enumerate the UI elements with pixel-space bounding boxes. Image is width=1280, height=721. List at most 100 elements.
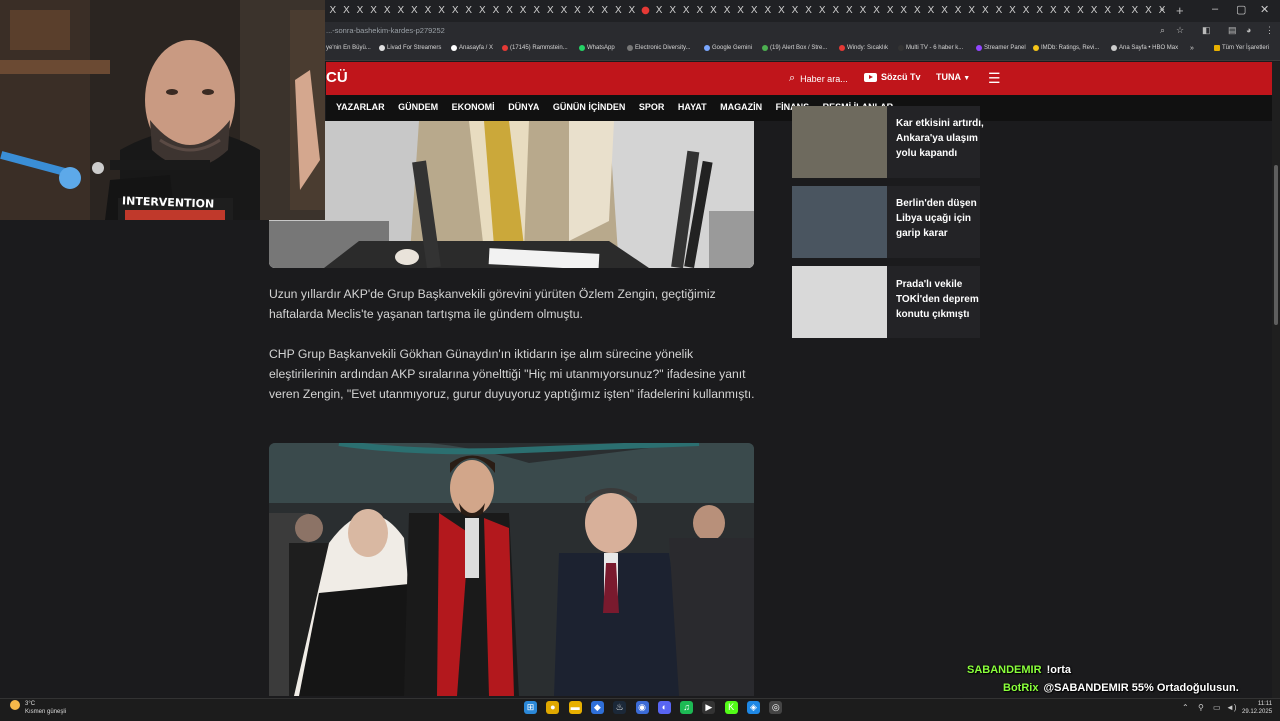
bookmark-item[interactable]: WhatsApp <box>579 45 615 51</box>
tab-close-icon[interactable]: X <box>979 4 993 18</box>
bookmark-item[interactable]: Windy: Sıcaklık <box>839 45 888 51</box>
sozcu-tv-link[interactable]: Sözcü Tv <box>864 72 921 82</box>
obs-icon[interactable]: ◎ <box>769 701 783 714</box>
tab-close-icon[interactable]: X <box>1006 4 1020 18</box>
tab-search-icon[interactable]: ⌄ <box>1158 3 1166 14</box>
tab-close-icon[interactable]: X <box>353 4 367 18</box>
volume-icon[interactable]: ◄) <box>1226 703 1237 712</box>
bookmark-item[interactable]: Electronic Diversity... <box>627 45 691 51</box>
windows-icon[interactable]: ⊞ <box>524 701 537 714</box>
tab-close-icon[interactable]: X <box>503 4 517 18</box>
tab-close-icon[interactable]: X <box>734 4 748 18</box>
site-logo[interactable]: CÜ <box>326 69 348 86</box>
discord-icon[interactable]: ◐ <box>657 701 671 714</box>
tab-close-icon[interactable]: X <box>747 4 761 18</box>
bookmark-item[interactable]: (19) Alert Box / Stre... <box>762 45 827 51</box>
tab-close-icon[interactable]: X <box>883 4 897 18</box>
nav-item[interactable]: HAYAT <box>678 102 707 112</box>
bookmark-item[interactable]: Multi TV - 6 haber k... <box>898 45 963 51</box>
tab-close-icon[interactable]: X <box>843 4 857 18</box>
chrome-icon[interactable]: ● <box>546 701 560 714</box>
tab-close-icon[interactable]: X <box>707 4 721 18</box>
tab-close-icon[interactable]: X <box>652 4 666 18</box>
kick-icon[interactable]: K <box>724 701 738 714</box>
tab-close-icon[interactable]: X <box>679 4 693 18</box>
zoom-icon[interactable]: ⌕ <box>1160 25 1165 36</box>
tab-close-icon[interactable]: X <box>775 4 789 18</box>
tab-close-icon[interactable]: X <box>1142 4 1156 18</box>
tab-close-icon[interactable]: X <box>720 4 734 18</box>
tab-close-icon[interactable]: X <box>856 4 870 18</box>
folder-icon[interactable]: ▬ <box>568 701 582 714</box>
tab-close-icon[interactable]: X <box>911 4 925 18</box>
tab-close-icon[interactable]: X <box>1087 4 1101 18</box>
tab-close-icon[interactable]: X <box>965 4 979 18</box>
tab-close-icon[interactable]: X <box>1128 4 1142 18</box>
spotify-icon[interactable]: ♫ <box>680 701 694 714</box>
tab-close-icon[interactable]: X <box>1060 4 1074 18</box>
tab-close-icon[interactable]: X <box>1114 4 1128 18</box>
tab-close-icon[interactable]: X <box>666 4 680 18</box>
tab-close-icon[interactable]: X <box>530 4 544 18</box>
tab-close-icon[interactable]: X <box>476 4 490 18</box>
minimize-icon[interactable]: – <box>1212 3 1218 15</box>
tab-close-icon[interactable]: X <box>897 4 911 18</box>
tab-close-icon[interactable]: X <box>924 4 938 18</box>
nav-item[interactable]: YAZARLAR <box>336 102 385 112</box>
tab-close-icon[interactable]: X <box>1074 4 1088 18</box>
tab-close-icon[interactable]: X <box>326 4 340 18</box>
tab-close-icon[interactable]: X <box>992 4 1006 18</box>
media-icon[interactable]: ▶ <box>702 701 716 714</box>
url-field[interactable]: ...-sonra-bashekim-kardes-p279252 <box>326 26 445 35</box>
clock[interactable]: 11:11 29.12.2025 <box>1242 700 1272 716</box>
tab-close-icon[interactable]: X <box>761 4 775 18</box>
tab-close-icon[interactable]: X <box>829 4 843 18</box>
extensions-icon[interactable]: ◧ <box>1202 25 1211 36</box>
bookmark-star-icon[interactable]: ☆ <box>1176 25 1184 36</box>
tab-close-icon[interactable]: X <box>489 4 503 18</box>
bookmark-item[interactable]: IMDb: Ratings, Revi... <box>1033 45 1099 51</box>
tab-close-icon[interactable]: X <box>625 4 639 18</box>
app2-icon[interactable]: ◈ <box>747 701 760 714</box>
new-tab-icon[interactable]: + <box>1176 3 1184 18</box>
network-icon[interactable]: ▭ <box>1213 703 1221 712</box>
bookmark-item[interactable]: Google Gemini <box>704 45 752 51</box>
tab-close-icon[interactable]: X <box>788 4 802 18</box>
app-icon[interactable]: ◆ <box>590 701 604 714</box>
tab-close-icon[interactable]: X <box>1019 4 1033 18</box>
tab-close-icon[interactable]: X <box>380 4 394 18</box>
tab-close-icon[interactable]: X <box>367 4 381 18</box>
nav-item[interactable]: DÜNYA <box>508 102 539 112</box>
bookmark-item[interactable]: (17145) Rammstein... <box>502 45 568 51</box>
tab-close-icon[interactable]: X <box>1046 4 1060 18</box>
tab-close-icon[interactable]: X <box>693 4 707 18</box>
bookmark-item[interactable]: ye'nin En Büyü... <box>318 45 371 51</box>
bookmark-item[interactable]: Streamer Panel <box>976 45 1026 51</box>
tab-close-icon[interactable]: X <box>611 4 625 18</box>
browser-menu-icon[interactable]: ⋮ <box>1265 25 1274 36</box>
maximize-icon[interactable]: ▢ <box>1236 3 1246 16</box>
tab-close-icon[interactable]: X <box>557 4 571 18</box>
tray-chevron-icon[interactable]: ⌃ <box>1182 703 1189 712</box>
bookmark-item[interactable]: Ana Sayfa • HBO Max <box>1111 45 1178 51</box>
sidebar-news-title[interactable]: Prada'lı vekile TOKİ'den deprem konutu ç… <box>896 277 986 322</box>
game-icon[interactable]: ◉ <box>635 701 649 714</box>
nav-item[interactable]: GÜNÜN İÇİNDEN <box>553 102 626 112</box>
hamburger-menu-icon[interactable]: ☰ <box>988 70 1001 87</box>
tab-close-icon[interactable]: X <box>870 4 884 18</box>
tab-close-icon[interactable]: X <box>340 4 354 18</box>
nav-item[interactable]: GÜNDEM <box>398 102 438 112</box>
site-search[interactable]: ⌕ Haber ara... <box>789 72 848 85</box>
tab-close-icon[interactable]: X <box>584 4 598 18</box>
bookmark-item[interactable]: Livad For Streamers <box>379 45 441 51</box>
tab-close-icon[interactable]: X <box>394 4 408 18</box>
tab-close-icon[interactable]: X <box>408 4 422 18</box>
tab-close-icon[interactable]: X <box>516 4 530 18</box>
tab-close-icon[interactable]: X <box>1101 4 1115 18</box>
profile-icon[interactable]: ◕ <box>1246 25 1251 35</box>
scrollbar-thumb[interactable] <box>1274 165 1278 325</box>
sidebar-news-title[interactable]: Kar etkisini artırdı, Ankara'ya ulaşım y… <box>896 116 986 161</box>
tab-close-icon[interactable]: X <box>802 4 816 18</box>
sidebar-news-title[interactable]: Berlin'den düşen Libya uçağı için garip … <box>896 196 986 241</box>
bookmarks-more-icon[interactable]: » <box>1190 45 1194 52</box>
